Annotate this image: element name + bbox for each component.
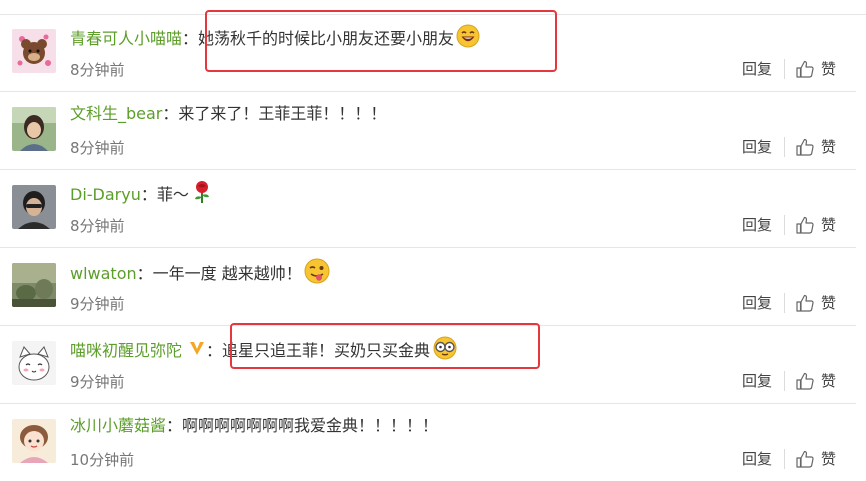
reply-button[interactable]: 回复	[742, 448, 772, 469]
comment-text: 一年一度 越来越帅！	[152, 264, 302, 283]
timestamp: 9分钟前	[70, 295, 125, 313]
divider	[783, 448, 785, 469]
comment-list: 青春可人小喵喵：她荡秋千的时候比小朋友还要小朋友 8分钟前 回复 赞 文科生_b…	[0, 0, 866, 481]
divider	[783, 58, 785, 79]
like-button[interactable]: 赞	[795, 58, 836, 79]
username[interactable]: Di-Daryu	[70, 185, 141, 204]
thumbs-up-icon	[796, 216, 814, 234]
like-button[interactable]: 赞	[795, 448, 836, 469]
divider	[783, 136, 785, 157]
highlight-box	[205, 10, 557, 72]
reply-button[interactable]: 回复	[742, 292, 772, 313]
tongue-wink-emoji	[304, 258, 330, 291]
like-label: 赞	[820, 60, 836, 78]
thumbs-up-icon	[796, 138, 814, 156]
like-button[interactable]: 赞	[795, 136, 836, 157]
divider	[783, 292, 785, 313]
vip-badge-icon: V	[188, 339, 206, 364]
like-label: 赞	[820, 216, 836, 234]
avatar[interactable]	[12, 185, 56, 229]
username[interactable]: 青春可人小喵喵	[70, 29, 182, 48]
reply-button[interactable]: 回复	[742, 370, 772, 391]
like-button[interactable]: 赞	[795, 214, 836, 235]
comment-item: wlwaton：一年一度 越来越帅！ 9分钟前 回复 赞	[0, 248, 866, 326]
divider	[783, 214, 785, 235]
comment-item: 冰川小蘑菇酱：啊啊啊啊啊啊啊我爱金典！！！！！ 10分钟前 回复 赞	[0, 404, 866, 481]
thumbs-up-icon	[796, 294, 814, 312]
avatar[interactable]	[12, 419, 56, 463]
comment-item: Di-Daryu：菲～ 8分钟前 回复 赞	[0, 170, 866, 248]
like-label: 赞	[820, 372, 836, 390]
timestamp: 8分钟前	[70, 61, 125, 79]
username[interactable]: 文科生_bear	[70, 104, 162, 123]
like-label: 赞	[820, 294, 836, 312]
avatar[interactable]	[12, 29, 56, 73]
like-label: 赞	[820, 138, 836, 156]
highlight-box	[230, 323, 540, 369]
username[interactable]: wlwaton	[70, 264, 137, 283]
thumbs-up-icon	[796, 450, 814, 468]
like-button[interactable]: 赞	[795, 370, 836, 391]
avatar[interactable]	[12, 263, 56, 307]
timestamp: 9分钟前	[70, 373, 125, 391]
like-label: 赞	[820, 450, 836, 468]
like-button[interactable]: 赞	[795, 292, 836, 313]
reply-button[interactable]: 回复	[742, 214, 772, 235]
username[interactable]: 冰川小蘑菇酱	[70, 416, 166, 435]
thumbs-up-icon	[796, 372, 814, 390]
avatar[interactable]	[12, 341, 56, 385]
divider	[783, 370, 785, 391]
avatar[interactable]	[12, 107, 56, 151]
username[interactable]: 喵咪初醒见弥陀	[70, 341, 182, 360]
timestamp: 8分钟前	[70, 217, 125, 235]
comment-item: 文科生_bear：来了来了！王菲王菲！！！！ 8分钟前 回复 赞	[0, 92, 866, 170]
comment-text: 啊啊啊啊啊啊啊我爱金典！！！！！	[182, 416, 439, 435]
reply-button[interactable]: 回复	[742, 136, 772, 157]
thumbs-up-icon	[796, 60, 814, 78]
rose-emoji	[191, 180, 213, 211]
timestamp: 10分钟前	[70, 451, 135, 469]
reply-button[interactable]: 回复	[742, 58, 772, 79]
comment-text: 来了来了！王菲王菲！！！！	[178, 104, 387, 123]
comment-text: 菲～	[156, 185, 189, 204]
timestamp: 8分钟前	[70, 139, 125, 157]
